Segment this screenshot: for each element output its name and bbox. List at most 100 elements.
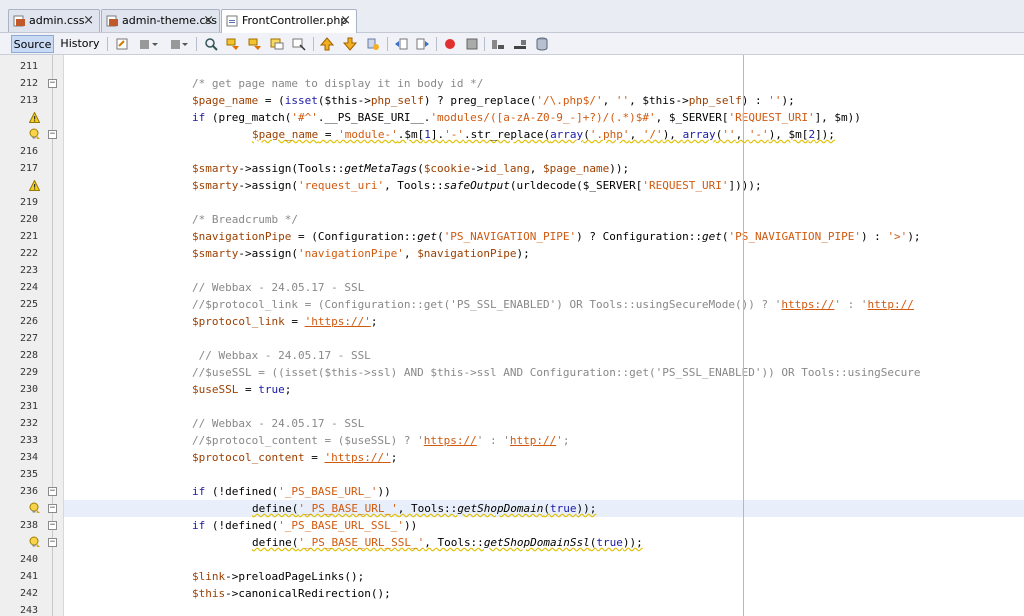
code-token: ); — [516, 247, 530, 260]
code-token: $page_name — [252, 128, 319, 141]
start-macro-icon[interactable] — [443, 37, 457, 51]
close-icon[interactable]: × — [83, 10, 94, 32]
code-line[interactable]: //$useSSL = ((isset($this->ssl) AND $thi… — [64, 364, 1024, 381]
code-token: , — [529, 162, 544, 175]
fold-toggle-icon[interactable]: − — [48, 487, 57, 496]
code-token: (preg_match( — [205, 111, 292, 124]
code-token: $navigationPipe — [417, 247, 517, 260]
uncomment-icon[interactable] — [513, 37, 527, 51]
fold-toggle-icon[interactable]: − — [48, 521, 57, 530]
code-line[interactable]: $smarty->assign('navigationPipe', $navig… — [64, 245, 1024, 262]
code-token: = — [318, 128, 339, 141]
chevron-down-icon[interactable] — [181, 37, 189, 51]
code-token: // Webbax - 24.05.17 - SSL — [192, 281, 365, 294]
code-line[interactable]: //$protocol_link = (Configuration::get('… — [64, 296, 1024, 313]
code-line[interactable]: $smarty->assign(Tools::getMetaTags($cook… — [64, 160, 1024, 177]
code-line[interactable]: if (!defined('_PS_BASE_URL_SSL_')) — [64, 517, 1024, 534]
line-number: 243 — [19, 605, 38, 616]
code-token: ; — [370, 315, 378, 328]
editor-tab-bar: admin.css × admin-theme.css × FrontContr… — [0, 0, 1024, 33]
line-number: 222 — [19, 248, 38, 259]
shift-right-icon[interactable] — [416, 37, 430, 51]
code-line[interactable]: /* Breadcrumb */ — [64, 211, 1024, 228]
toggle-highlight-icon[interactable] — [270, 37, 284, 51]
toggle-rectangular-icon[interactable] — [292, 37, 306, 51]
code-token: 'PS_NAVIGATION_PIPE' — [728, 230, 861, 243]
code-line[interactable]: $page_name = 'module-'.$m[1].'-'.str_rep… — [64, 126, 1024, 143]
code-line[interactable]: /* get page name to display it in body i… — [64, 75, 1024, 92]
code-line[interactable]: $page_name = (isset($this->php_self) ? p… — [64, 92, 1024, 109]
code-line[interactable]: define('_PS_BASE_URL_SSL_', Tools::getSh… — [64, 534, 1024, 551]
code-token: = (Configuration:: — [291, 230, 418, 243]
stop-macro-icon[interactable] — [465, 37, 479, 51]
line-number: 241 — [19, 571, 38, 582]
code-line[interactable]: $smarty->assign('request_uri', Tools::sa… — [64, 177, 1024, 194]
code-line[interactable]: if (!defined('_PS_BASE_URL_')) — [64, 483, 1024, 500]
code-token: define( — [252, 536, 299, 549]
code-line[interactable]: $protocol_link = 'https://'; — [64, 313, 1024, 330]
fold-toggle-icon[interactable]: − — [48, 504, 57, 513]
back-icon[interactable] — [138, 37, 152, 51]
code-text: /* get page name to display it in body i… — [192, 75, 483, 92]
close-icon[interactable]: × — [340, 10, 351, 32]
tab-admin-theme-css[interactable]: admin-theme.css × — [101, 9, 220, 32]
hint-bulb-icon[interactable] — [29, 502, 41, 514]
tab-frontcontroller-php[interactable]: FrontController.php × — [221, 9, 357, 33]
code-token: get — [701, 230, 722, 243]
code-editor[interactable]: 211 212 213 216 217 219 220 221 222 223 224 225 226 2… — [0, 55, 1024, 616]
code-line[interactable]: if (preg_match('#^'.__PS_BASE_URI__.'mod… — [64, 109, 1024, 126]
shift-left-icon[interactable] — [394, 37, 408, 51]
forward-icon[interactable] — [168, 37, 182, 51]
code-line[interactable]: $link->preloadPageLinks(); — [64, 568, 1024, 585]
code-token: ) : — [741, 94, 769, 107]
code-text: // Webbax - 24.05.17 - SSL — [192, 415, 364, 432]
close-icon[interactable]: × — [203, 10, 214, 32]
chevron-down-icon[interactable] — [151, 37, 159, 51]
code-line[interactable]: // Webbax - 24.05.17 - SSL — [64, 415, 1024, 432]
find-previous-icon[interactable] — [226, 37, 240, 51]
right-margin-line — [743, 55, 744, 616]
code-token: ->assign( — [238, 247, 298, 260]
code-token: ->assign( — [238, 179, 298, 192]
code-token: ( — [583, 128, 590, 141]
code-token: ), $m[ — [768, 128, 809, 141]
code-text: //$protocol_link = (Configuration::get('… — [192, 296, 914, 313]
last-edit-icon[interactable] — [115, 37, 129, 51]
line-number: 236 — [19, 486, 38, 497]
fold-toggle-icon[interactable]: − — [48, 130, 57, 139]
hint-bulb-icon[interactable] — [29, 128, 41, 140]
find-next-icon[interactable] — [248, 37, 262, 51]
code-line[interactable]: $protocol_content = 'https://'; — [64, 449, 1024, 466]
code-line[interactable]: // Webbax - 24.05.17 - SSL — [64, 279, 1024, 296]
toggle-bookmark-icon[interactable] — [366, 37, 380, 51]
code-line[interactable]: $this->canonicalRedirection(); — [64, 585, 1024, 602]
previous-bookmark-icon[interactable] — [320, 37, 334, 51]
comment-icon[interactable] — [491, 37, 505, 51]
warning-icon[interactable] — [29, 180, 40, 191]
code-area[interactable]: /* get page name to display it in body i… — [64, 55, 1024, 616]
warning-icon[interactable] — [29, 112, 40, 123]
code-token: , $this-> — [629, 94, 689, 107]
line-number-gutter[interactable]: 211 212 213 216 217 219 220 221 222 223 224 225 226 2… — [0, 55, 64, 616]
code-line[interactable]: //$protocol_content = ($useSSL) ? 'https… — [64, 432, 1024, 449]
code-line[interactable]: $navigationPipe = (Configuration::get('P… — [64, 228, 1024, 245]
code-text: /* Breadcrumb */ — [192, 211, 298, 228]
code-line[interactable]: $useSSL = true; — [64, 381, 1024, 398]
history-button[interactable]: History — [58, 35, 102, 53]
hint-bulb-icon[interactable] — [29, 536, 41, 548]
code-token: '_PS_BASE_URL_' — [278, 485, 378, 498]
database-icon[interactable] — [535, 37, 549, 51]
next-bookmark-icon[interactable] — [343, 37, 357, 51]
code-token: $smarty — [192, 179, 239, 192]
code-text: //$protocol_content = ($useSSL) ? 'https… — [192, 432, 570, 449]
find-selection-icon[interactable] — [204, 37, 218, 51]
fold-toggle-icon[interactable]: − — [48, 79, 57, 88]
code-token: array — [550, 128, 584, 141]
css-file-icon — [106, 15, 118, 27]
source-button[interactable]: Source — [11, 35, 54, 53]
tab-admin-css[interactable]: admin.css × — [8, 9, 100, 32]
current-code-line[interactable]: define('_PS_BASE_URL_', Tools::getShopDo… — [64, 500, 1024, 517]
code-line[interactable]: // Webbax - 24.05.17 - SSL — [64, 347, 1024, 364]
fold-toggle-icon[interactable]: − — [48, 538, 57, 547]
line-number: 213 — [19, 95, 38, 106]
